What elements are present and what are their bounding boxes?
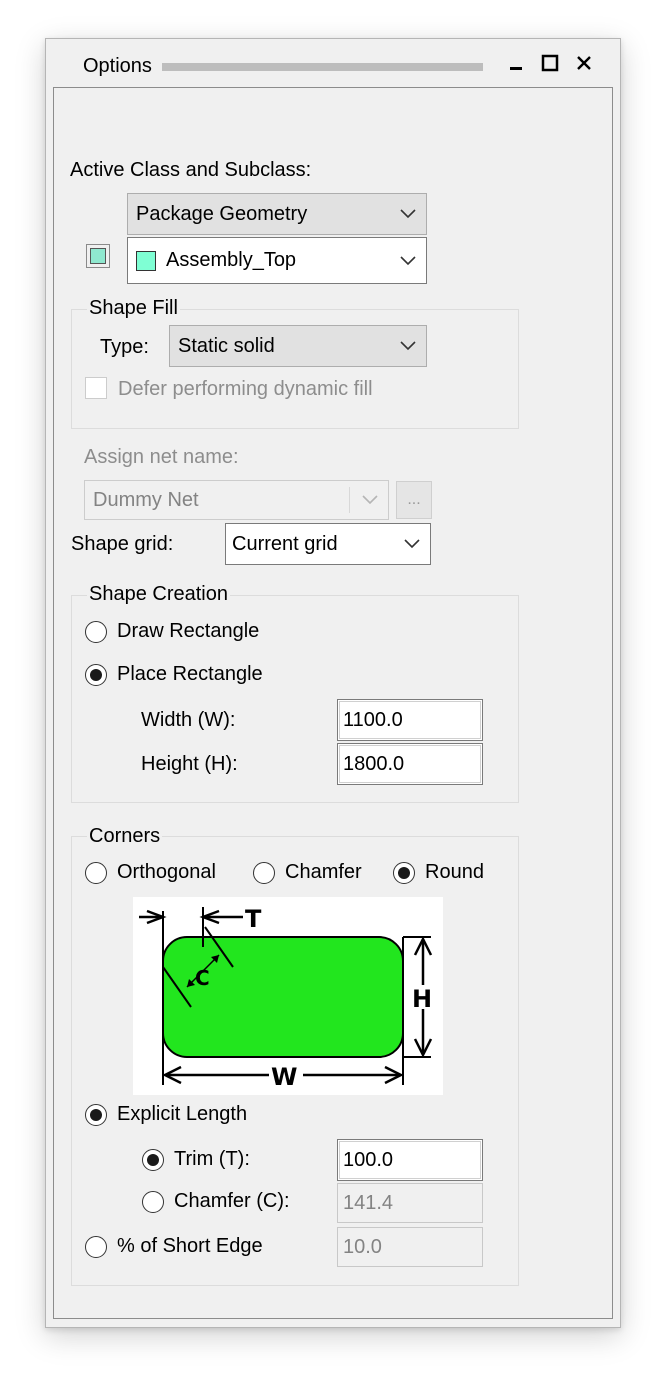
color-swatch-icon [90,248,106,264]
corner-dimension-diagram: C T H W [133,897,443,1095]
subclass-value: Assembly_Top [166,249,297,271]
window-title: Options [83,55,152,77]
chevron-down-icon [362,495,378,505]
width-input[interactable]: 1100.0 [337,699,483,741]
explicit-length-radio[interactable] [85,1104,107,1126]
defer-fill-label: Defer performing dynamic fill [118,378,373,400]
minimize-icon[interactable] [502,49,530,77]
diagram-h-label: H [412,985,432,1013]
chamfer-label: Chamfer [285,861,362,883]
width-label: Width (W): [141,709,236,731]
percent-short-edge-label: % of Short Edge [117,1235,263,1257]
explicit-length-label: Explicit Length [117,1103,248,1125]
subclass-color-swatch [136,250,156,271]
shape-fill-group-label: Shape Fill [87,297,180,320]
options-window: Options Active Class and Subclass: Packa… [45,38,621,1328]
draw-rectangle-radio[interactable] [85,621,107,643]
chevron-down-icon [400,341,416,351]
shape-grid-value: Current grid [232,532,338,555]
chevron-down-icon [400,209,416,219]
class-dropdown[interactable]: Package Geometry [127,193,427,235]
fill-type-dropdown[interactable]: Static solid [169,325,427,367]
title-drag-grip[interactable] [162,63,483,71]
chevron-down-icon [404,539,420,549]
diagram-t-label: T [245,905,262,933]
percent-short-edge-radio[interactable] [85,1236,107,1258]
diagram-c-label: C [195,966,210,990]
draw-rectangle-label: Draw Rectangle [117,620,260,642]
shape-creation-group-label: Shape Creation [87,583,230,606]
browse-net-button[interactable]: ... [396,481,432,519]
subclass-dropdown[interactable]: Assembly_Top [127,237,427,284]
trim-input[interactable]: 100.0 [337,1139,483,1181]
chamfer-c-input[interactable]: 141.4 [337,1183,483,1223]
place-rectangle-radio[interactable] [85,664,107,686]
chevron-down-icon [400,255,416,265]
trim-label: Trim (T): [174,1148,250,1170]
chamfer-c-label: Chamfer (C): [174,1190,290,1212]
shape-grid-dropdown[interactable]: Current grid [225,523,431,565]
class-value: Package Geometry [136,202,308,225]
fill-type-value: Static solid [178,334,275,357]
percent-short-edge-input[interactable]: 10.0 [337,1227,483,1267]
height-label: Height (H): [141,753,238,775]
place-rectangle-label: Place Rectangle [117,663,263,685]
close-icon[interactable] [570,49,598,77]
chamfer-radio[interactable] [253,862,275,884]
fill-type-label: Type: [100,336,149,358]
trim-radio[interactable] [142,1149,164,1171]
net-name-dropdown[interactable]: Dummy Net [84,480,389,520]
round-label: Round [425,861,484,883]
subclass-color-button[interactable] [86,244,110,268]
diagram-w-label: W [271,1063,297,1091]
assign-net-label: Assign net name: [84,446,239,468]
orthogonal-label: Orthogonal [117,861,216,883]
height-input[interactable]: 1800.0 [337,743,483,785]
maximize-icon[interactable] [536,49,564,77]
net-name-value: Dummy Net [93,488,199,511]
active-class-label: Active Class and Subclass: [70,159,312,181]
defer-fill-checkbox[interactable] [85,377,107,399]
shape-grid-label: Shape grid: [71,533,174,555]
round-radio[interactable] [393,862,415,884]
corners-group-label: Corners [87,825,163,848]
chamfer-c-radio[interactable] [142,1191,164,1213]
orthogonal-radio[interactable] [85,862,107,884]
